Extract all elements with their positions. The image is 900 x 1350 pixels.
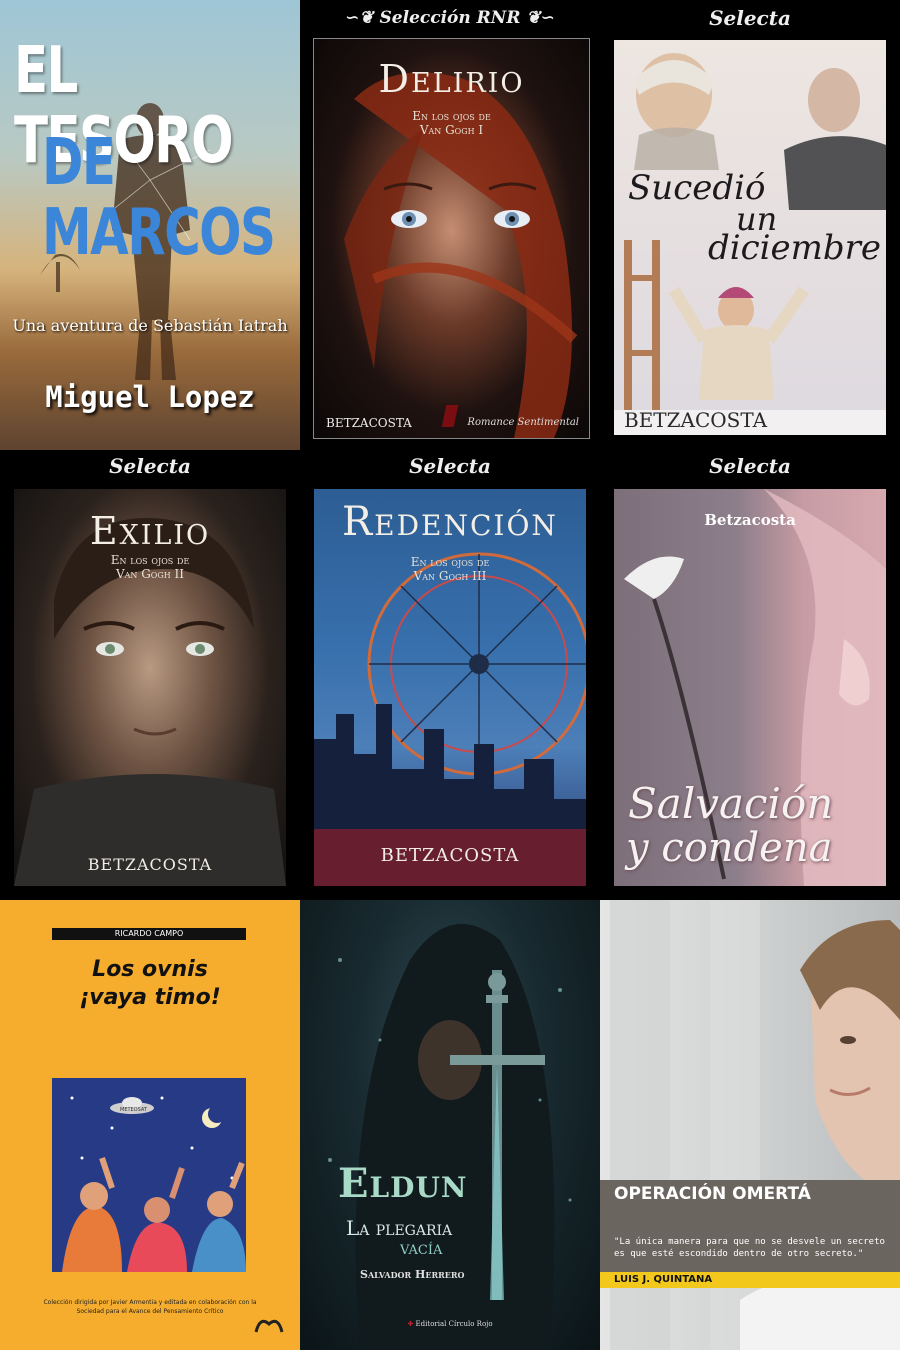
publisher-logo-icon: ✚ [407, 1320, 414, 1328]
cover-author: BETZACOSTA [87, 855, 213, 874]
cover-author: BETZACOSTA [326, 416, 412, 430]
cover-author: BETZACOSTA [380, 845, 520, 866]
cover-author: Salvador Herrero [360, 1268, 465, 1281]
cover-title-line2: ¡vaya timo! [79, 985, 221, 1010]
cover-subtitle-line2: Van Gogh III [413, 569, 487, 583]
cover-author: Betzacosta [704, 511, 796, 529]
cover-author: BETZACOSTA [624, 408, 768, 432]
cover-subtitle: Una aventura de Sebastián Iatrah [12, 316, 288, 335]
book-cover-redencion[interactable]: Selecta Redención En los ojos de Van Gog… [300, 450, 600, 900]
ornament-left-icon: ∽❦ [345, 8, 374, 28]
ufo-label: METEOSAT [120, 1107, 148, 1113]
epublibre-logo-icon [254, 1319, 284, 1333]
cover-art: Delirio En los ojos de Van Gogh I BETZAC… [313, 38, 590, 439]
cover-title-line3: diciembre [708, 228, 882, 268]
hooded-warrior-illustration [328, 924, 572, 1350]
book-cover-los-ovnis-vaya-timo[interactable]: RICARDO CAMPO Los ovnis ¡vaya timo! METE… [0, 900, 300, 1350]
cover-subtitle-line1: En los ojos de [410, 555, 490, 569]
cover-title: Redención [342, 499, 558, 545]
ornament-right-icon: ❦∽ [526, 8, 555, 28]
book-cover-eldun[interactable]: Eldun La plegaria vacía Salvador Herrero… [300, 900, 600, 1350]
book-cover-el-tesoro-de-marcos[interactable]: EL TESORO DE MARCOS Una aventura de Seba… [0, 0, 300, 450]
cover-author: LUIS J. QUINTANA [614, 1274, 713, 1285]
series-label: ∽❦ Selección RNR ❦∽ [300, 8, 600, 28]
cover-title-line1: Salvación [628, 779, 834, 828]
cover-title-line2: DE MARCOS [42, 126, 276, 270]
ufo-people-illustration: METEOSAT [62, 1096, 246, 1272]
imprint-label: Romance Sentimental [467, 417, 579, 428]
cover-title: Delirio [378, 57, 525, 101]
cover-quote-line2: es que esté escondido dentro de otro sec… [614, 1249, 864, 1259]
cover-title-line2: La plegaria [346, 1216, 453, 1240]
cover-quote: "La única manera para que no se desvele … [614, 1236, 885, 1260]
book-cover-sucedio-un-diciembre[interactable]: Selecta Sucedió un diciembre BETZACOSTA [600, 0, 900, 450]
cover-subtitle-line2: Van Gogh I [419, 123, 484, 137]
cover-subtitle-line1: En los ojos de [412, 109, 491, 123]
cover-author-band: RICARDO CAMPO [52, 928, 246, 940]
cover-art: Betzacosta Salvación y condena [614, 489, 886, 886]
cover-art: Sucedió un diciembre BETZACOSTA [614, 40, 886, 435]
book-cover-delirio[interactable]: ∽❦ Selección RNR ❦∽ Delirio En los ojos … [300, 0, 600, 450]
series-label: Selecta [109, 454, 191, 478]
cover-footer-line1: Colección dirigida por Javier Armentia y… [43, 1299, 257, 1306]
cover-author: Miguel Lopez [45, 380, 255, 414]
series-label: Selecta [709, 6, 791, 30]
series-text: Selección RNR [379, 8, 521, 28]
cover-title-line3: vacía [400, 1238, 443, 1259]
book-cover-salvacion-y-condena[interactable]: Selecta Betzacosta Salvación y condena [600, 450, 900, 900]
series-label: Selecta [709, 454, 791, 478]
cover-title-line2: y condena [626, 825, 833, 871]
cover-quote-line1: "La única manera para que no se desvele … [614, 1237, 885, 1247]
ferris-wheel-illustration [314, 552, 586, 886]
cover-title-line1: Eldun [338, 1160, 468, 1207]
cover-subtitle-line1: En los ojos de [110, 553, 190, 567]
cover-art: Exilio En los ojos de Van Gogh II BETZAC… [14, 489, 286, 886]
cover-title-line1: Los ovnis [92, 957, 208, 982]
cover-subtitle-line2: Van Gogh II [115, 567, 185, 581]
book-cover-operacion-omerta[interactable]: OPERACIÓN OMERTÁ "La única manera para q… [600, 900, 900, 1350]
book-cover-exilio[interactable]: Selecta Exilio En los ojos de Van Gogh I… [0, 450, 300, 900]
cover-title: Exilio [89, 509, 211, 553]
series-label: Selecta [409, 454, 491, 478]
publisher-text: Editorial Círculo Rojo [415, 1320, 493, 1328]
cover-art: Redención En los ojos de Van Gogh III BE… [314, 489, 586, 886]
publisher-label: ✚ Editorial Círculo Rojo [300, 1320, 600, 1328]
cover-illustration: METEOSAT [52, 1078, 246, 1272]
cover-title: OPERACIÓN OMERTÁ [614, 1184, 811, 1204]
